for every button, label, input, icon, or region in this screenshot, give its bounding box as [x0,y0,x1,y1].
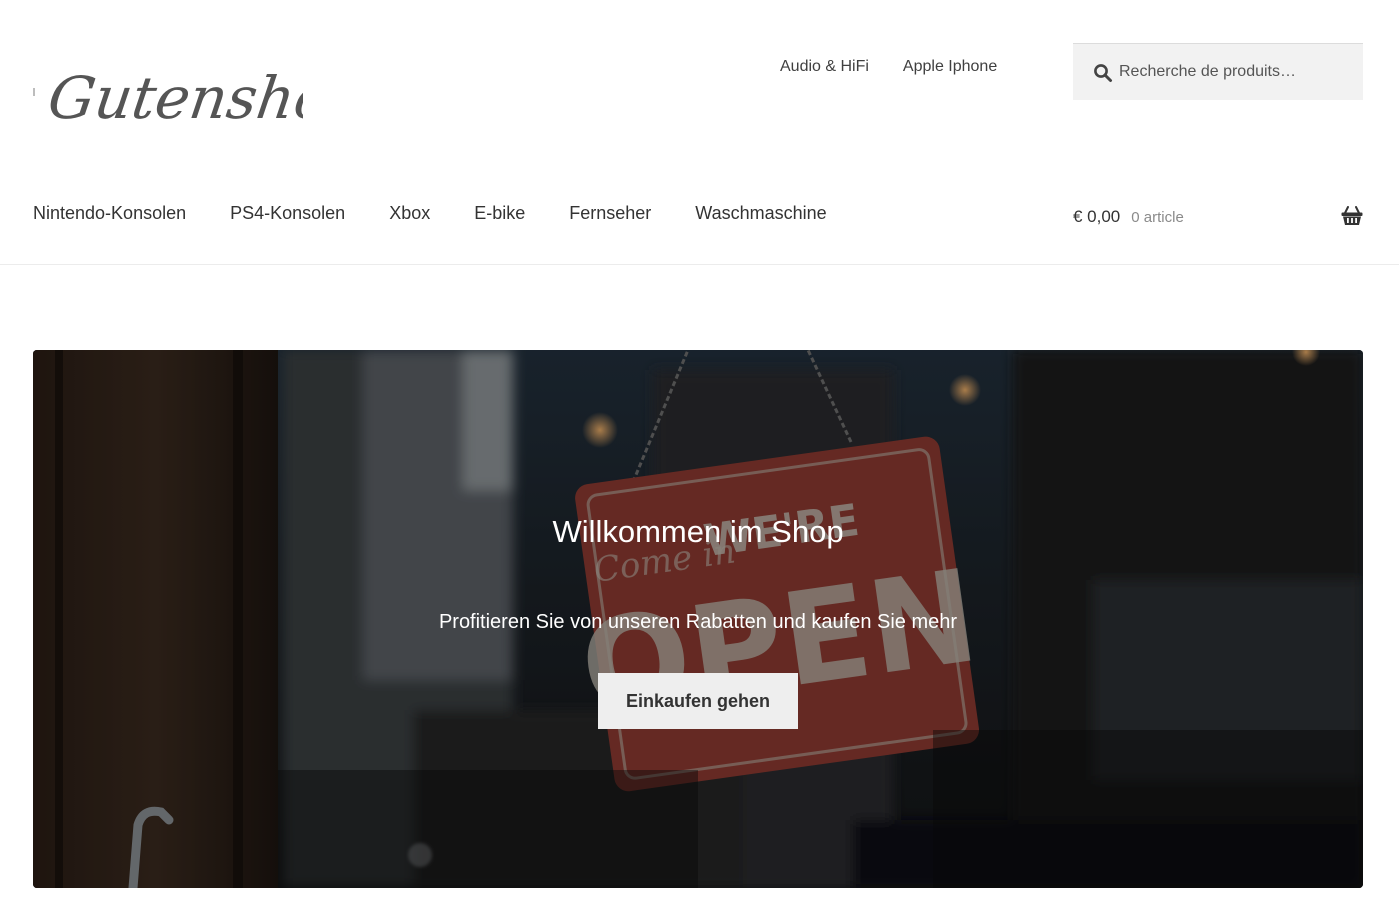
nav-item-xbox[interactable]: Xbox [389,203,430,224]
site-header: Gutenshop Audio & HiFi Apple Iphone [0,0,1399,170]
nav-item-waschmaschine[interactable]: Waschmaschine [695,203,826,224]
header-cart[interactable]: € 0,00 0 article [1073,200,1363,234]
product-search [1073,43,1363,100]
site-logo[interactable]: Gutenshop [33,40,303,140]
secondary-nav-apple-iphone[interactable]: Apple Iphone [903,58,997,76]
shop-now-button[interactable]: Einkaufen gehen [598,673,798,729]
nav-item-nintendo-konsolen[interactable]: Nintendo-Konsolen [33,203,186,224]
primary-navigation: Nintendo-Konsolen PS4-Konsolen Xbox E-bi… [33,203,871,224]
search-icon[interactable] [1093,63,1113,83]
logo-wordmark: Gutenshop [44,64,303,132]
cart-amount: € 0,00 [1073,207,1121,226]
search-input[interactable] [1119,44,1355,100]
nav-item-ps4-konsolen[interactable]: PS4-Konsolen [230,203,345,224]
header-divider [0,264,1399,265]
secondary-nav-audio-hifi[interactable]: Audio & HiFi [780,58,869,76]
hero-title: Willkommen im Shop [552,514,844,549]
basket-icon [1341,206,1363,225]
secondary-navigation: Audio & HiFi Apple Iphone [780,58,997,76]
nav-item-e-bike[interactable]: E-bike [474,203,525,224]
hero-subtitle: Profitieren Sie von unseren Rabatten und… [438,611,958,633]
nav-item-fernseher[interactable]: Fernseher [569,203,651,224]
logo-text: Gutenshop [44,64,303,132]
cart-count: 0 article [1131,208,1184,226]
hero-banner: WE'RE Come in OPEN Willkommen im Shop Pr… [33,350,1363,888]
